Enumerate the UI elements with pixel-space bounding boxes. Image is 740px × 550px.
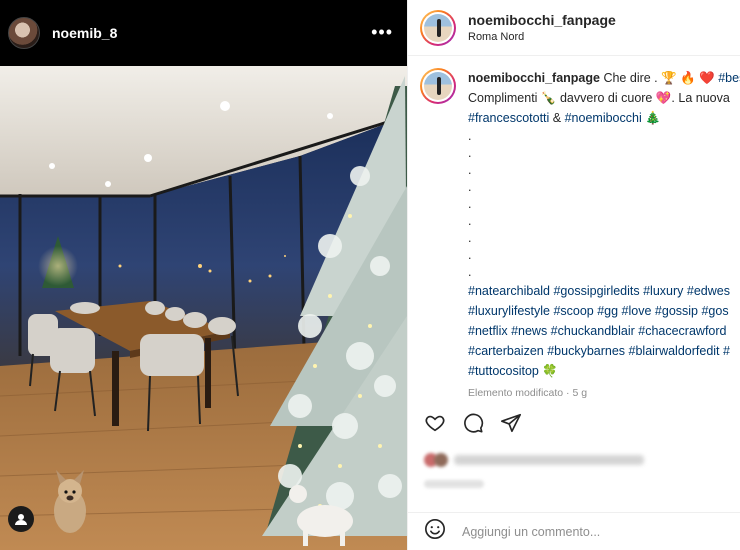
caption-dot: .: [468, 180, 472, 194]
edited-timestamp: Elemento modificato · 5 g: [468, 387, 588, 399]
caption-dot: .: [468, 248, 472, 262]
comment-input[interactable]: [462, 524, 702, 539]
tag-people-icon[interactable]: [8, 506, 34, 532]
hashtag-line[interactable]: #luxurylifestyle #scoop #gg #love #gossi…: [468, 301, 740, 321]
caption-dot: .: [468, 163, 472, 177]
caption-line-2: Complimenti 🍾 davvero di cuore 💖. La nuo…: [468, 91, 730, 105]
left-username[interactable]: noemib_8: [52, 25, 117, 41]
caption-text: noemibocchi_fanpage Che dire . 🏆 🔥 ❤️ #b…: [468, 68, 740, 403]
post-location[interactable]: Roma Nord: [468, 31, 616, 43]
caption-dot: .: [468, 265, 472, 279]
caption-separator: &: [549, 111, 565, 125]
more-options-icon[interactable]: •••: [371, 22, 393, 43]
likes-text-blurred: [454, 455, 644, 465]
hashtag-line[interactable]: #carterbaizen #buckybarnes #blairwaldorf…: [468, 341, 740, 361]
caption-emoji: 🎄: [641, 111, 661, 125]
left-panel: noemib_8 •••: [0, 0, 407, 550]
hashtag-link[interactable]: #noemibocchi: [565, 111, 642, 125]
caption-username[interactable]: noemibocchi_fanpage: [468, 71, 600, 85]
share-plane-icon[interactable]: [500, 412, 522, 434]
caption-dot: .: [468, 231, 472, 245]
comment-bubble-icon[interactable]: [462, 412, 484, 434]
caption-avatar[interactable]: [420, 68, 456, 104]
likes-summary-blurred[interactable]: [424, 450, 654, 470]
author-avatar[interactable]: [420, 9, 456, 46]
post-date-blurred: [424, 480, 484, 488]
hashtag-link[interactable]: #francescototti: [468, 111, 549, 125]
clover-emoji: 🍀: [542, 364, 558, 378]
avatar[interactable]: [8, 17, 40, 49]
left-header: noemib_8 •••: [0, 0, 407, 66]
caption-dot: .: [468, 129, 472, 143]
hashtag-link[interactable]: #tuttocositop: [468, 364, 539, 378]
caption-line-1: Che dire . 🏆 🔥 ❤️: [599, 71, 719, 85]
caption-dot: .: [468, 214, 472, 228]
caption-dot: .: [468, 146, 472, 160]
caption: noemibocchi_fanpage Che dire . 🏆 🔥 ❤️ #b…: [420, 68, 740, 403]
emoji-smiley-icon[interactable]: [424, 518, 446, 545]
hashtag-line[interactable]: #netflix #news #chuckandblair #chacecraw…: [468, 321, 740, 341]
liker-avatar: [434, 453, 448, 467]
post-photo[interactable]: [0, 66, 407, 550]
post-details-panel: noemibocchi_fanpage Roma Nord noemibocch…: [407, 0, 740, 550]
post-actions: [424, 412, 522, 434]
hashtag-link[interactable]: #bes: [718, 71, 740, 85]
post-header: noemibocchi_fanpage Roma Nord: [408, 0, 740, 56]
hashtag-line[interactable]: #natearchibald #gossipgirledits #luxury …: [468, 281, 740, 301]
caption-dot: .: [468, 197, 472, 211]
dining-room-photo: [0, 66, 407, 550]
comment-bar: [408, 512, 740, 550]
author-username[interactable]: noemibocchi_fanpage: [468, 12, 616, 28]
like-heart-icon[interactable]: [424, 412, 446, 434]
